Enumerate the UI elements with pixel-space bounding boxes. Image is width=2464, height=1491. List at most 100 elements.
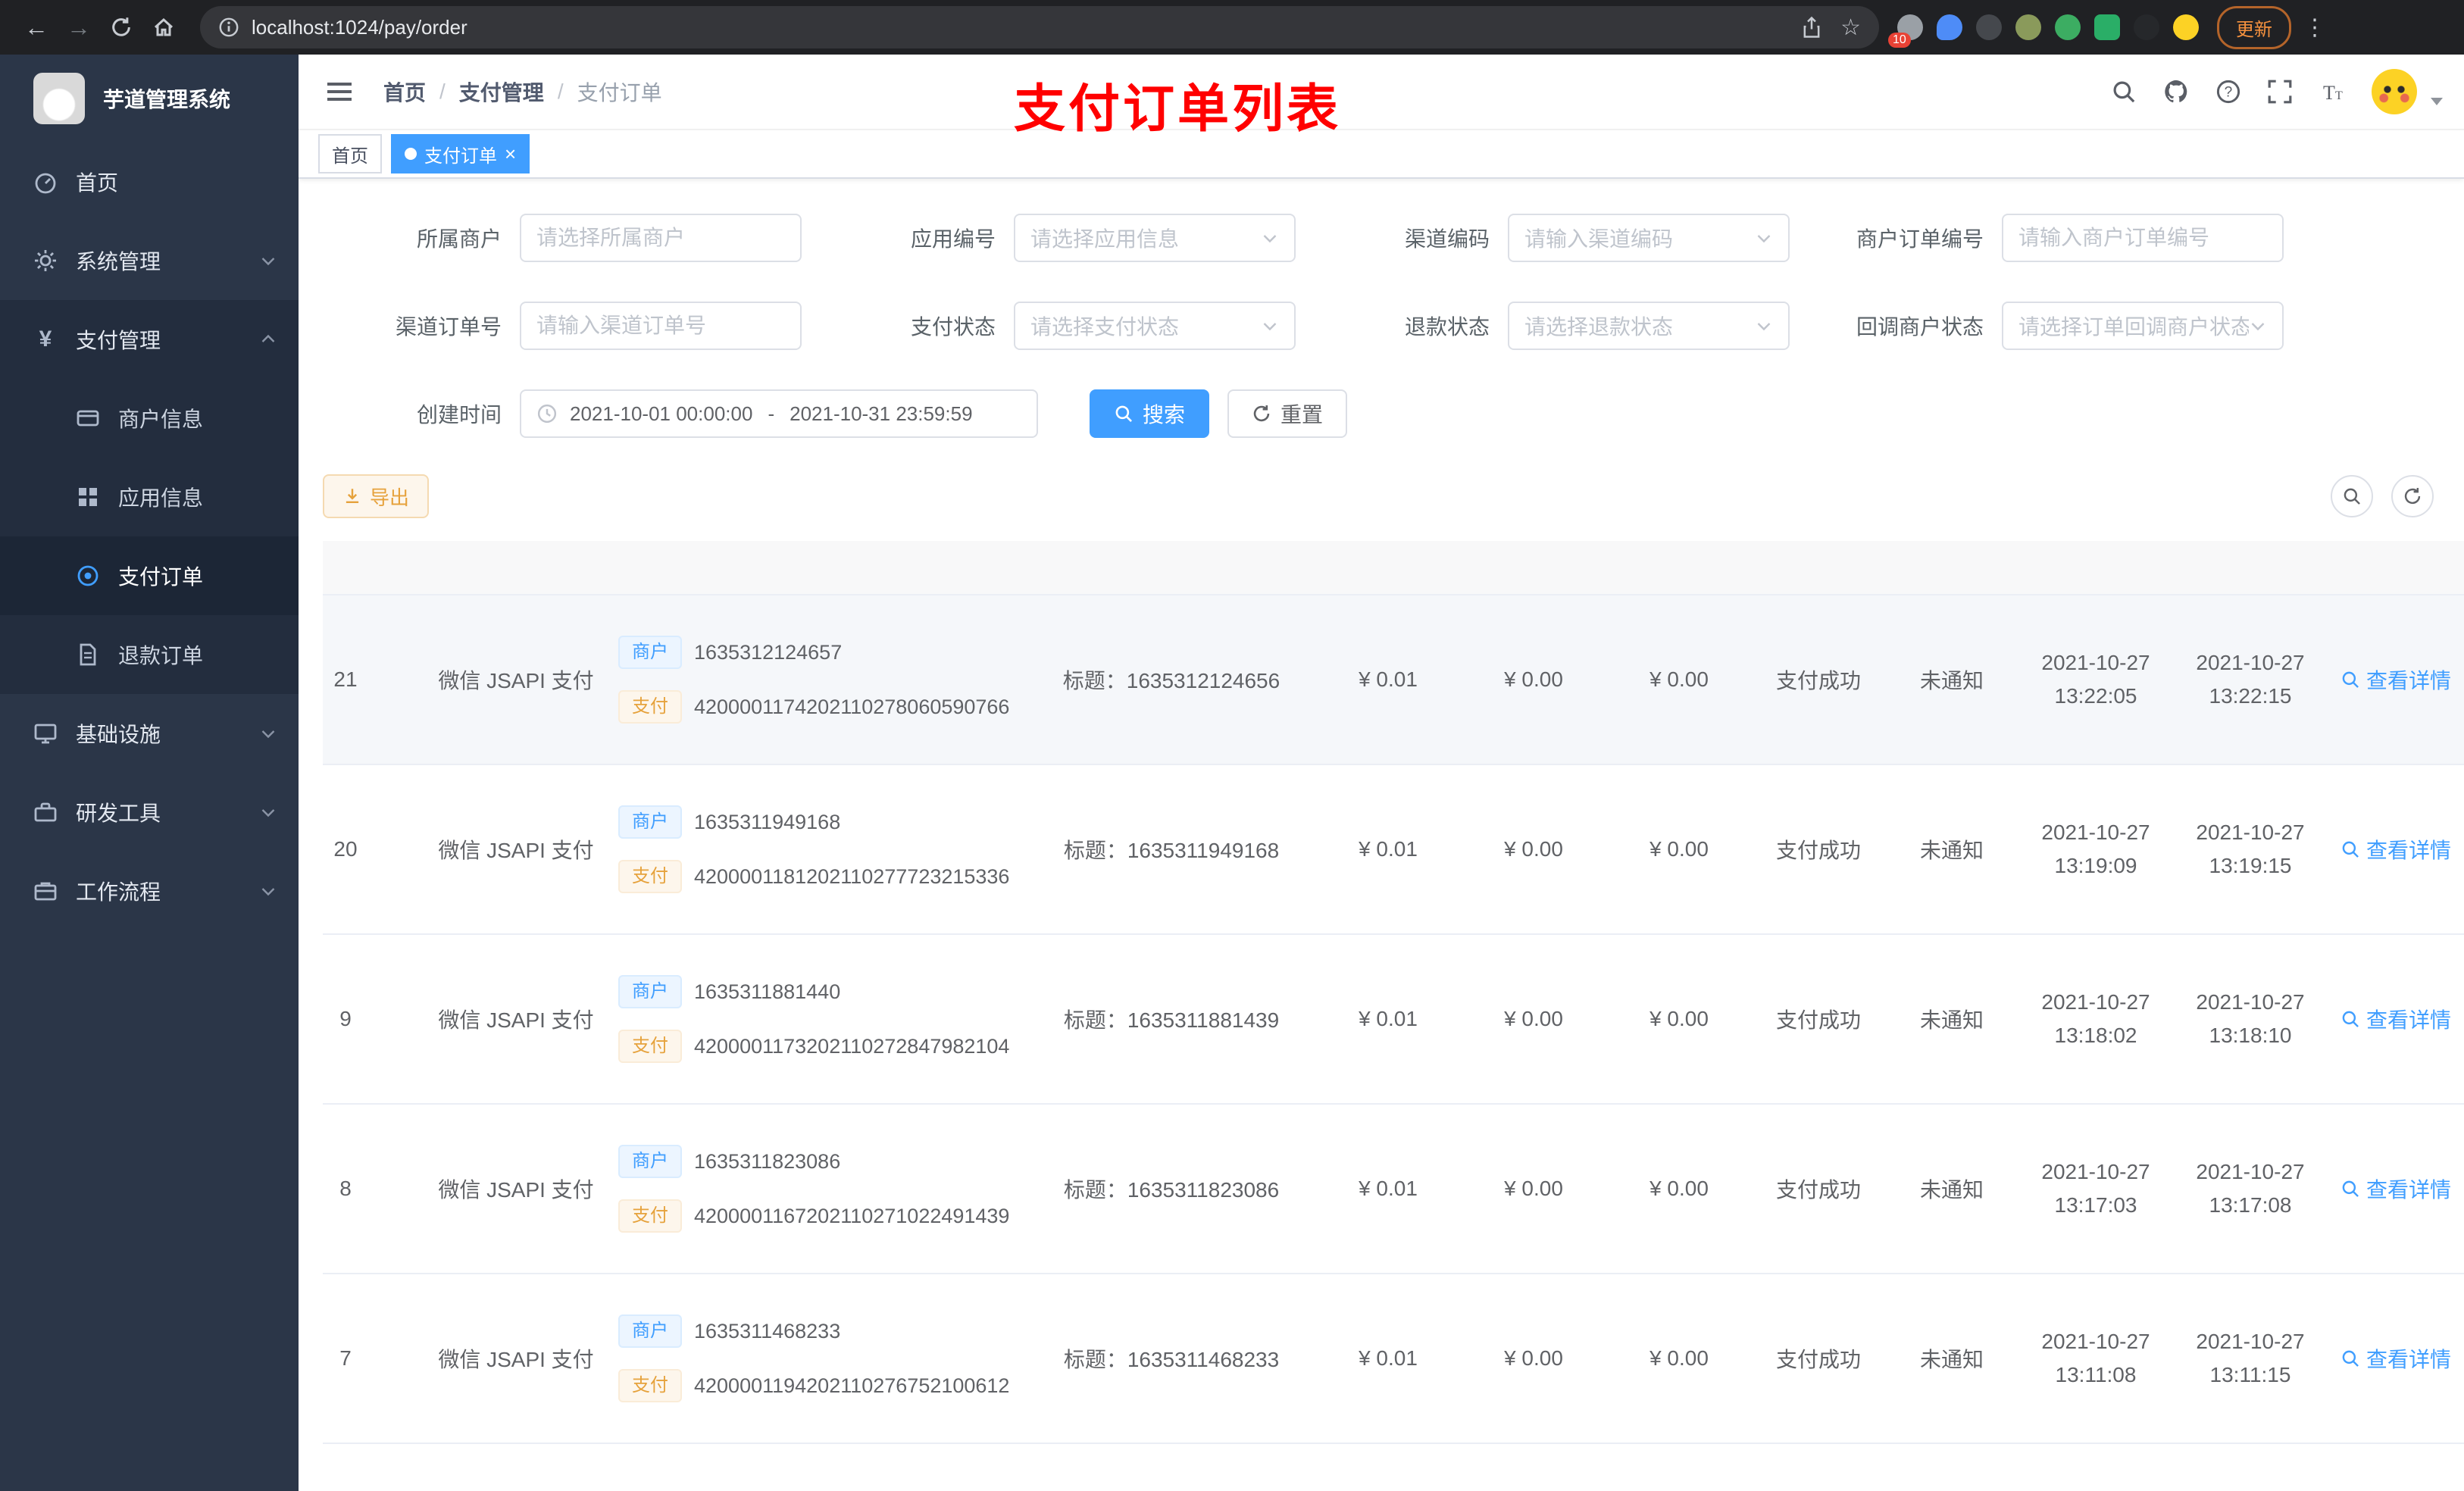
close-icon[interactable]: × — [505, 144, 516, 164]
cell-pay-time: 2021-10-27 13:17:08 — [2196, 1160, 2305, 1217]
merchant-tag: 商户 — [618, 636, 682, 669]
extension-icon[interactable] — [2015, 14, 2041, 40]
clock-icon — [537, 404, 557, 424]
breadcrumb-payment[interactable]: 支付管理 — [459, 77, 544, 107]
search-button[interactable]: 搜索 — [1090, 389, 1210, 438]
logo-image — [33, 73, 85, 124]
chevron-down-icon — [1757, 235, 1771, 243]
search-icon — [2344, 488, 2360, 505]
channel-code-select[interactable]: 请输入渠道编码 — [1508, 214, 1790, 262]
extension-icon[interactable] — [2094, 14, 2120, 40]
svg-text:?: ? — [2225, 84, 2233, 100]
sidebar-item-app-info[interactable]: 应用信息 — [0, 458, 299, 536]
cell-id: 9 — [339, 1007, 352, 1030]
forward-icon[interactable]: → — [58, 6, 100, 48]
cell-order: 商户 1635311823086 支付 42000011672021102710… — [603, 1145, 1027, 1233]
cell-order: 商户 1635311468233 支付 42000011942021102767… — [603, 1314, 1027, 1402]
cell-title: 标题：1635311823086 — [1063, 1178, 1280, 1202]
sidebar-item-workflow[interactable]: 工作流程 — [0, 852, 299, 930]
field-label: 商户订单编号 — [1856, 227, 1984, 251]
cell-pay-time: 2021-10-27 13:19:15 — [2196, 821, 2305, 877]
view-detail-link[interactable]: 查看详情 — [2340, 1004, 2451, 1034]
view-detail-link[interactable]: 查看详情 — [2340, 1343, 2451, 1374]
extension-icon[interactable] — [1937, 14, 1962, 40]
avatar-caret-icon[interactable] — [2431, 98, 2443, 105]
breadcrumb-current: 支付订单 — [577, 81, 662, 105]
cell-actions: 查看详情 — [2328, 1174, 2464, 1204]
font-size-icon[interactable]: TT — [2319, 80, 2346, 104]
sidebar-logo[interactable]: 芋道管理系统 — [0, 55, 299, 142]
extension-icon[interactable]: 10 — [1888, 14, 1923, 48]
merchant-tag: 商户 — [618, 1145, 682, 1178]
sidebar-item-label: 基础设施 — [76, 723, 161, 746]
sidebar-item-label: 退款订单 — [118, 644, 204, 667]
tag-pay-order[interactable]: 支付订单 × — [391, 134, 530, 173]
field-label: 创建时间 — [416, 403, 502, 427]
reset-button[interactable]: 重置 — [1227, 389, 1348, 438]
view-detail-link[interactable]: 查看详情 — [2340, 664, 2451, 695]
cell-create-time: 2021-10-27 13:17:03 — [2041, 1160, 2150, 1217]
sidebar-item-merchant-info[interactable]: 商户信息 — [0, 379, 299, 458]
bookmark-star-icon[interactable]: ☆ — [1840, 14, 1861, 41]
cell-notify-status: 未通知 — [1919, 1348, 1984, 1371]
pay-status-select[interactable]: 请选择支付状态 — [1014, 302, 1296, 350]
target-icon — [77, 565, 98, 586]
sidebar-item-home[interactable]: 首页 — [0, 142, 299, 221]
avatar[interactable] — [2372, 69, 2417, 114]
extension-icon[interactable] — [2134, 14, 2159, 40]
extension-icon[interactable] — [1976, 14, 2002, 40]
chevron-down-icon — [261, 258, 275, 266]
hamburger-icon[interactable] — [326, 80, 353, 104]
tag-home[interactable]: 首页 — [318, 134, 382, 173]
pay-order-no: 4200001194202110276752100612 — [694, 1374, 1010, 1397]
cell-pay-status: 支付成功 — [1775, 839, 1861, 862]
table-toolbar: 导出 — [299, 474, 2464, 518]
reload-icon[interactable] — [100, 6, 142, 48]
back-icon[interactable]: ← — [15, 6, 58, 48]
sidebar-item-infrastructure[interactable]: 基础设施 — [0, 694, 299, 773]
date-range-picker[interactable]: 2021-10-01 00:00:00 - 2021-10-31 23:59:5… — [520, 389, 1038, 438]
channel-order-no-input[interactable] — [536, 314, 785, 338]
export-button[interactable]: 导出 — [323, 474, 430, 518]
app-no-select[interactable]: 请选择应用信息 — [1014, 214, 1296, 262]
header-actions: ? TT — [2111, 69, 2464, 114]
home-icon[interactable] — [142, 6, 185, 48]
owner-merchant-input[interactable] — [536, 226, 785, 250]
sidebar-item-refund-order[interactable]: 退款订单 — [0, 615, 299, 694]
address-bar[interactable]: localhost:1024/pay/order ☆ — [200, 6, 1879, 48]
view-detail-link[interactable]: 查看详情 — [2340, 1174, 2451, 1204]
cell-pay-status: 支付成功 — [1775, 1178, 1861, 1202]
field-label: 渠道编码 — [1404, 227, 1490, 251]
table-row: 8 微信 JSAPI 支付 商户 1635311823086 支付 420000… — [323, 1105, 2464, 1274]
extension-badge: 10 — [1888, 33, 1911, 48]
sidebar-item-dev-tools[interactable]: 研发工具 — [0, 773, 299, 852]
fullscreen-icon[interactable] — [2267, 79, 2293, 105]
refund-status-select[interactable]: 请选择退款状态 — [1508, 302, 1790, 350]
github-icon[interactable] — [2162, 78, 2190, 105]
cell-refund: ¥ 0.00 — [1649, 1177, 1709, 1200]
field-label: 应用编号 — [910, 227, 996, 251]
sidebar-item-system[interactable]: 系统管理 — [0, 221, 299, 300]
view-detail-link[interactable]: 查看详情 — [2340, 834, 2451, 864]
refresh-table-button[interactable] — [2391, 475, 2434, 517]
merchant-order-no-input[interactable] — [2018, 226, 2267, 250]
breadcrumb-home[interactable]: 首页 — [383, 77, 426, 107]
extension-icon[interactable] — [2173, 14, 2199, 40]
extension-icon[interactable] — [2055, 14, 2081, 40]
chevron-down-icon — [1263, 235, 1277, 243]
svg-text:T: T — [2323, 82, 2335, 104]
cell-actions: 查看详情 — [2328, 664, 2464, 695]
browser-menu-icon[interactable]: ⋮ — [2303, 14, 2326, 41]
browser-update-button[interactable]: 更新 — [2217, 5, 2291, 49]
cell-notify-status: 未通知 — [1919, 669, 1984, 692]
notify-status-select[interactable]: 请选择订单回调商户状态 — [2002, 302, 2284, 350]
share-icon[interactable] — [1801, 16, 1822, 39]
toggle-search-button[interactable] — [2331, 475, 2373, 517]
help-icon[interactable]: ? — [2215, 79, 2241, 105]
cell-amount: ¥ 0.01 — [1359, 667, 1418, 691]
cell-amount: ¥ 0.01 — [1359, 1007, 1418, 1030]
sidebar-item-pay-order[interactable]: 支付订单 — [0, 536, 299, 615]
sidebar-item-payment[interactable]: ¥ 支付管理 — [0, 300, 299, 379]
cell-create-time: 2021-10-27 13:22:05 — [2041, 651, 2150, 708]
search-icon[interactable] — [2111, 79, 2137, 105]
